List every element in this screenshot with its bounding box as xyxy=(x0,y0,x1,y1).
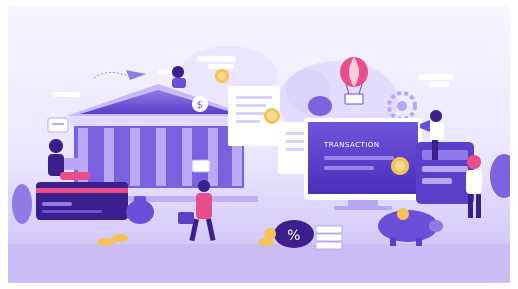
cash-stack-icon xyxy=(315,225,343,250)
chat-bubble-icon xyxy=(47,117,69,133)
coin-icon xyxy=(391,157,409,175)
screen-label: TRANSACTION xyxy=(323,141,380,149)
coin-icon xyxy=(264,108,280,124)
illustration-svg: $ TRANSACTION % xyxy=(8,6,510,283)
percent-symbol: % xyxy=(287,228,301,244)
banking-illustration: $ TRANSACTION % xyxy=(8,6,510,283)
credit-cards xyxy=(36,182,128,220)
coin-icon xyxy=(215,69,229,83)
percent-sign-icon: % xyxy=(274,220,314,248)
chat-bubble-icon xyxy=(191,159,211,173)
coin-emblem-symbol: $ xyxy=(197,100,204,111)
mobile-phone xyxy=(416,142,474,204)
ground xyxy=(8,244,510,283)
image-frame: $ TRANSACTION % xyxy=(0,0,518,289)
